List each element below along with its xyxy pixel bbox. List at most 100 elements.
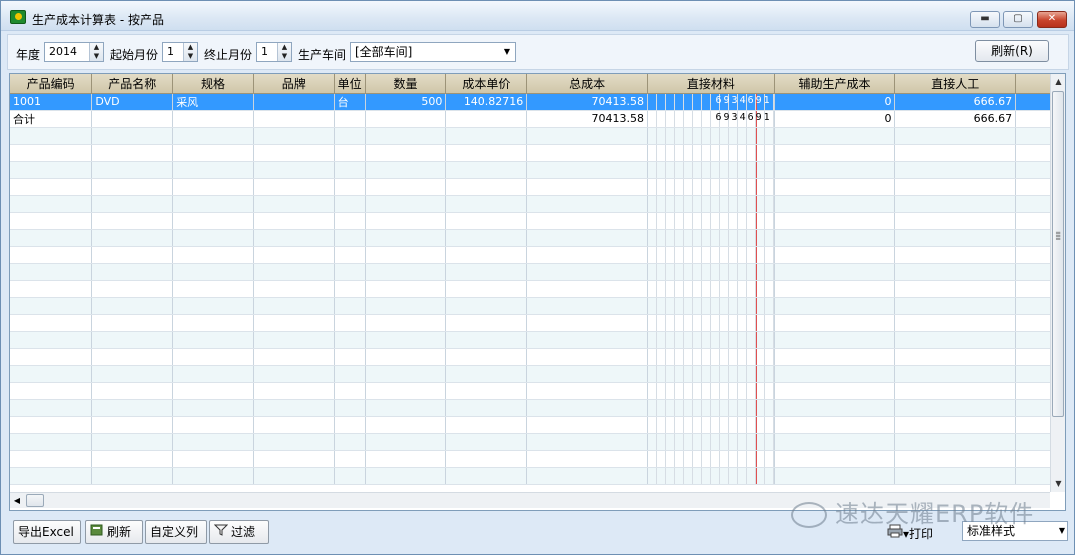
cell-empty[interactable] [647,416,775,434]
cell-unit[interactable]: 台 [334,93,366,111]
cell-empty[interactable] [774,331,896,349]
chevron-down-icon[interactable]: ▼ [1059,524,1065,538]
cell-empty[interactable] [445,144,528,162]
cell-spec[interactable]: 采风 [172,93,254,111]
cell-empty[interactable] [334,399,366,417]
cell-empty[interactable] [526,246,649,264]
cell-total[interactable]: 70413.58 [526,93,649,111]
cell-empty[interactable] [647,229,775,247]
cell-empty[interactable] [253,399,335,417]
cell-empty[interactable] [647,314,775,332]
cell-empty[interactable] [526,314,649,332]
cell-empty[interactable] [172,229,254,247]
col-header-unit-cost[interactable]: 成本单价 [445,74,528,94]
cell-empty[interactable] [445,450,528,468]
cell-empty[interactable] [647,161,775,179]
cell-empty[interactable] [445,348,528,366]
start-month-spinner[interactable]: 1 ▲ ▼ [162,42,198,62]
cell-total[interactable]: 70413.58 [526,110,649,128]
minimize-button[interactable]: ▬ [970,11,1000,28]
cell-empty[interactable] [365,450,447,468]
cell-empty[interactable] [445,161,528,179]
cell-empty[interactable] [91,229,174,247]
data-grid[interactable]: 产品编码 产品名称 规格 品牌 单位 数量 成本单价 总成本 直接材料 辅助生产… [9,73,1066,511]
cell-empty[interactable] [526,127,649,145]
cell-empty[interactable] [774,297,896,315]
cell-empty[interactable] [253,382,335,400]
col-header-spec[interactable]: 规格 [172,74,254,94]
cell-empty[interactable] [334,297,366,315]
cell-empty[interactable] [894,433,1017,451]
cell-empty[interactable] [526,365,649,383]
cell-empty[interactable] [774,433,896,451]
cell-empty[interactable] [894,212,1017,230]
cell-empty[interactable] [172,433,254,451]
cell-empty[interactable] [526,178,649,196]
cell-empty[interactable] [647,382,775,400]
cell-empty[interactable] [172,365,254,383]
refresh-button[interactable]: 刷新(R) [975,40,1049,62]
cell-empty[interactable] [172,263,254,281]
cell-empty[interactable] [445,280,528,298]
cell-empty[interactable] [894,229,1017,247]
cell-empty[interactable] [172,416,254,434]
cell-empty[interactable] [253,280,335,298]
cell-empty[interactable] [526,467,649,485]
spin-arrows-icon[interactable]: ▲ ▼ [277,43,291,61]
cell-empty[interactable] [334,433,366,451]
cell-empty[interactable] [253,365,335,383]
cell-empty[interactable] [10,127,93,145]
cell-empty[interactable] [526,382,649,400]
cell-empty[interactable] [334,127,366,145]
year-spinner[interactable]: 2014 ▲ ▼ [44,42,104,62]
cell-empty[interactable] [894,127,1017,145]
cell-empty[interactable] [10,331,93,349]
cell-empty[interactable] [774,212,896,230]
cell-empty[interactable] [365,467,447,485]
cell-unit-cost[interactable]: 140.82716 [445,93,528,111]
cell-empty[interactable] [774,365,896,383]
cell-empty[interactable] [10,382,93,400]
cell-empty[interactable] [172,246,254,264]
cell-empty[interactable] [365,263,447,281]
cell-aux[interactable]: 0 [774,110,896,128]
cell-empty[interactable] [10,212,93,230]
cell-empty[interactable] [647,450,775,468]
cell-empty[interactable] [365,195,447,213]
table-row-empty[interactable] [10,467,1065,485]
cell-empty[interactable] [445,195,528,213]
cell-material[interactable]: 6934691 [647,93,775,111]
table-row-empty[interactable] [10,246,1065,264]
cell-qty[interactable] [365,110,447,128]
cell-empty[interactable] [774,382,896,400]
cell-empty[interactable] [172,178,254,196]
cell-empty[interactable] [445,127,528,145]
cell-code[interactable]: 合计 [10,110,93,128]
cell-name[interactable]: DVD [91,93,174,111]
cell-empty[interactable] [894,246,1017,264]
cell-empty[interactable] [91,416,174,434]
cell-empty[interactable] [647,127,775,145]
cell-empty[interactable] [526,212,649,230]
table-row-selected[interactable]: 1001 DVD 采风 台 500 140.82716 70413.58 693… [10,93,1065,111]
cell-empty[interactable] [172,382,254,400]
cell-empty[interactable] [526,229,649,247]
cell-empty[interactable] [91,127,174,145]
cell-empty[interactable] [334,144,366,162]
cell-empty[interactable] [445,416,528,434]
cell-empty[interactable] [445,399,528,417]
cell-empty[interactable] [774,314,896,332]
cell-empty[interactable] [894,280,1017,298]
cell-empty[interactable] [10,144,93,162]
cell-empty[interactable] [334,365,366,383]
cell-empty[interactable] [10,178,93,196]
cell-empty[interactable] [172,212,254,230]
cell-empty[interactable] [253,246,335,264]
cell-unit-cost[interactable] [445,110,528,128]
cell-empty[interactable] [647,399,775,417]
table-row-empty[interactable] [10,144,1065,162]
cell-empty[interactable] [334,382,366,400]
cell-empty[interactable] [445,314,528,332]
cell-empty[interactable] [10,314,93,332]
cell-empty[interactable] [253,348,335,366]
